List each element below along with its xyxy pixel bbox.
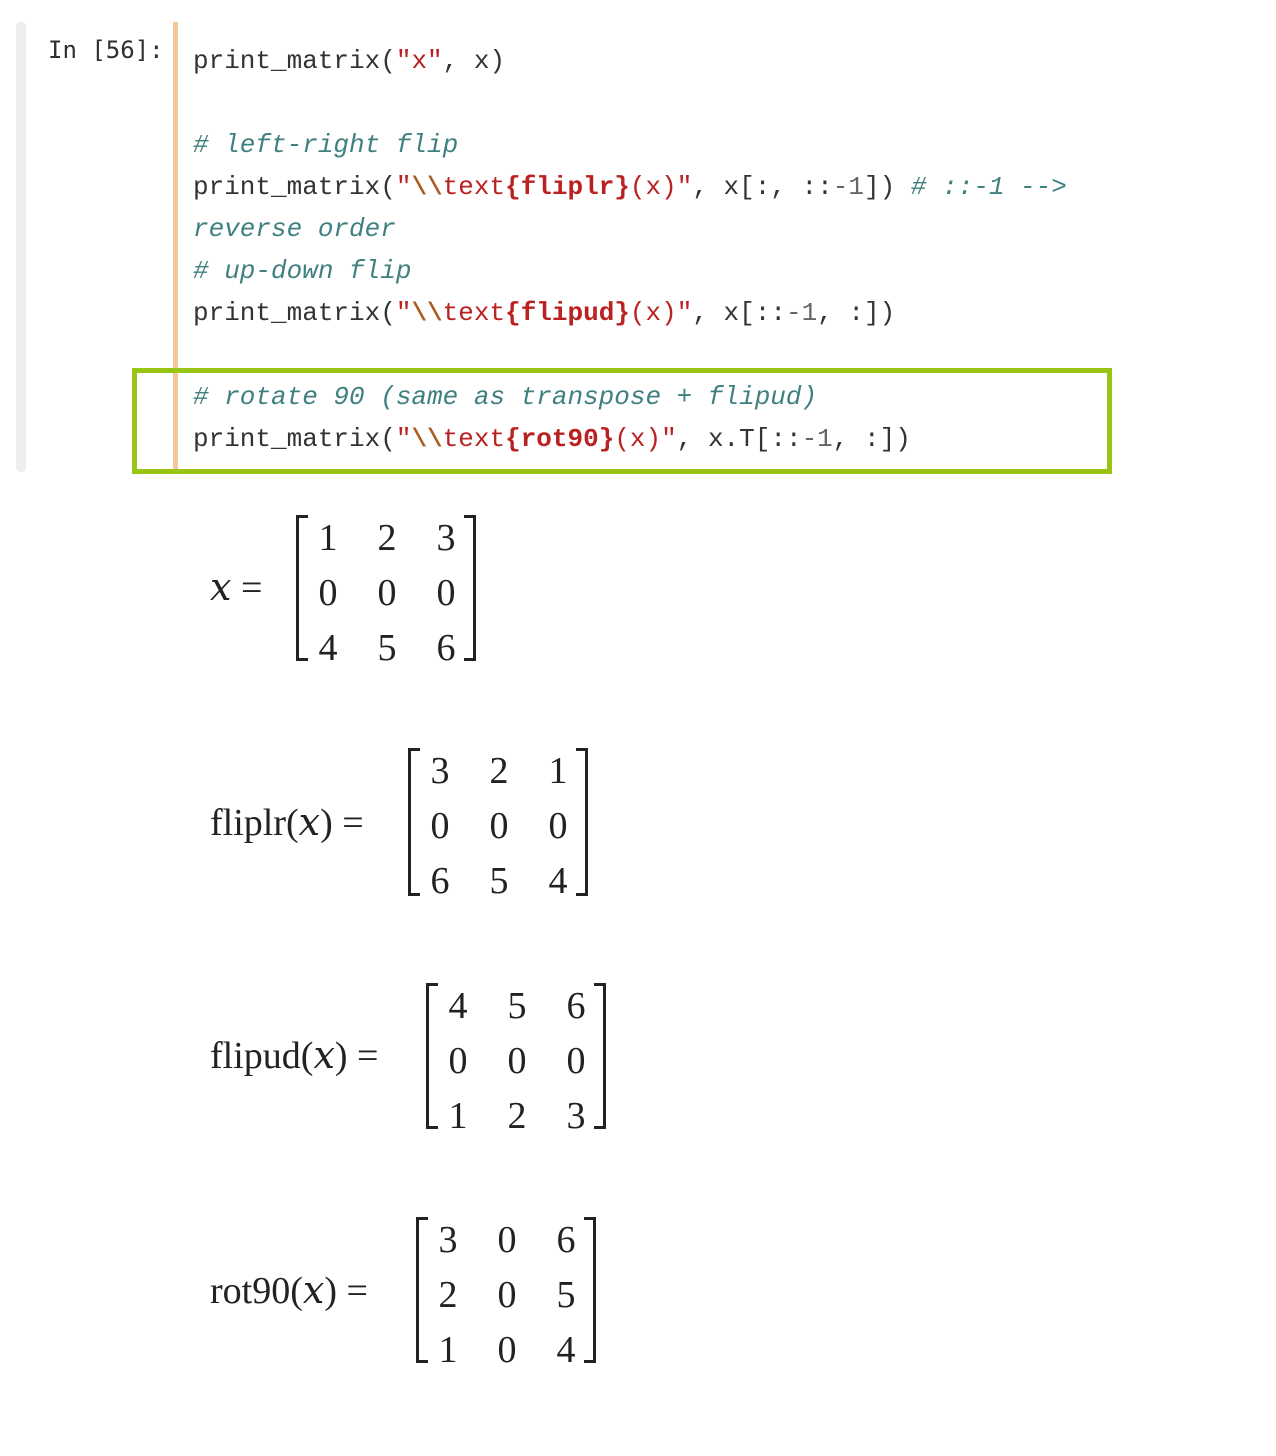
function-name: rot90 <box>210 1270 291 1312</box>
function-name: flipud <box>210 1035 301 1077</box>
matrix-cell: 2 <box>489 750 509 792</box>
code-token: " <box>395 172 412 202</box>
matrix-cell: 6 <box>566 985 586 1027</box>
code-token: reverse order <box>193 214 396 244</box>
code-line[interactable]: print_matrix("\\text{flipud}(x)", x[::-1… <box>193 292 1067 334</box>
matrix-cell: 4 <box>318 627 338 669</box>
matrix-cell: 0 <box>507 1040 527 1082</box>
matrix-cell: 5 <box>507 985 527 1027</box>
code-token: {fliplr} <box>505 172 630 202</box>
matrix-cell: 1 <box>548 750 568 792</box>
code-line[interactable]: # up-down flip <box>193 250 1067 292</box>
matrix-cell: 0 <box>436 572 456 614</box>
code-token: (x)" <box>629 298 693 328</box>
matrix-cell: 0 <box>548 805 568 847</box>
matrix-cell: 4 <box>548 860 568 902</box>
matrix-cell: 0 <box>497 1329 517 1371</box>
code-token: ]) <box>864 172 911 202</box>
code-token: , x) <box>442 46 506 76</box>
matrix-cell: 2 <box>507 1095 527 1137</box>
code-token: print_matrix( <box>193 172 396 202</box>
left-bracket <box>296 515 308 661</box>
matrix-cell: 0 <box>377 572 397 614</box>
code-token: print_matrix( <box>193 298 396 328</box>
code-token: \\ <box>411 172 443 202</box>
highlight-box <box>132 368 1112 474</box>
equation-lhs-rot90: rot90(x) = <box>210 1268 368 1312</box>
code-line[interactable]: # left-right flip <box>193 124 1067 166</box>
matrix-cell: 4 <box>556 1329 576 1371</box>
code-token: text <box>442 172 506 202</box>
left-bracket <box>408 748 420 896</box>
code-token: text <box>442 298 506 328</box>
code-token: "x" <box>395 46 443 76</box>
code-token: # ::-1 --> <box>910 172 1067 202</box>
matrix-cell: 5 <box>556 1274 576 1316</box>
matrix-cell: 0 <box>318 572 338 614</box>
variable-name: x <box>313 1033 335 1077</box>
matrix-cell: 2 <box>438 1274 458 1316</box>
function-name: fliplr <box>210 802 286 844</box>
matrix-cell: 6 <box>430 860 450 902</box>
matrix-cell: 6 <box>556 1219 576 1261</box>
code-line[interactable]: print_matrix("\\text{fliplr}(x)", x[:, :… <box>193 166 1067 208</box>
left-bracket <box>426 983 438 1129</box>
matrix-cell: 0 <box>566 1040 586 1082</box>
matrix-cell: 0 <box>448 1040 468 1082</box>
matrix-cell: 2 <box>377 517 397 559</box>
matrix-cell: 3 <box>436 517 456 559</box>
variable-name: x <box>302 1268 325 1312</box>
code-token: , x[:: <box>692 298 786 328</box>
code-token: -1 <box>832 172 864 202</box>
equation-lhs-fliplr: fliplr(x) = <box>210 800 364 844</box>
cell-selection-rail[interactable] <box>16 22 26 472</box>
code-token: # left-right flip <box>193 130 459 160</box>
matrix-cell: 0 <box>497 1219 517 1261</box>
matrix-cell: 1 <box>438 1329 458 1371</box>
matrix-cell: 5 <box>489 860 509 902</box>
code-token: \\ <box>411 298 443 328</box>
matrix-x: 123000456 <box>296 515 476 669</box>
code-token: print_matrix( <box>193 46 396 76</box>
equation-lhs-flipud: flipud(x) = <box>210 1033 379 1077</box>
variable-name: x <box>210 565 232 609</box>
code-token: -1 <box>785 298 818 328</box>
matrix-cell: 3 <box>430 750 450 792</box>
matrix-cell: 0 <box>430 805 450 847</box>
code-line[interactable] <box>193 82 1067 124</box>
matrix-cell: 4 <box>448 985 468 1027</box>
matrix-fliplr: 321000654 <box>408 748 588 902</box>
variable-name: x <box>298 800 321 844</box>
code-line[interactable]: reverse order <box>193 208 1067 250</box>
matrix-rot90: 306205104 <box>416 1217 596 1371</box>
code-token: , :]) <box>817 298 896 328</box>
code-token: # up-down flip <box>193 256 412 286</box>
code-token: (x)" <box>629 172 693 202</box>
matrix-cell: 6 <box>436 627 456 669</box>
code-token: " <box>395 298 412 328</box>
matrix-cell: 3 <box>438 1219 458 1261</box>
matrix-cell: 1 <box>318 517 338 559</box>
matrix-cell: 0 <box>489 805 509 847</box>
code-token: , x[:, :: <box>692 172 833 202</box>
matrix-cell: 1 <box>448 1095 468 1137</box>
matrix-cell: 3 <box>566 1095 586 1137</box>
code-token: {flipud} <box>505 298 630 328</box>
matrix-cell: 5 <box>377 627 397 669</box>
input-prompt: In [56]: <box>48 36 164 64</box>
matrix-flipud: 456000123 <box>426 983 606 1137</box>
left-bracket <box>416 1217 428 1363</box>
equation-lhs-x: x = <box>210 565 263 609</box>
matrix-cell: 0 <box>497 1274 517 1316</box>
code-line[interactable]: print_matrix("x", x) <box>193 40 1067 82</box>
